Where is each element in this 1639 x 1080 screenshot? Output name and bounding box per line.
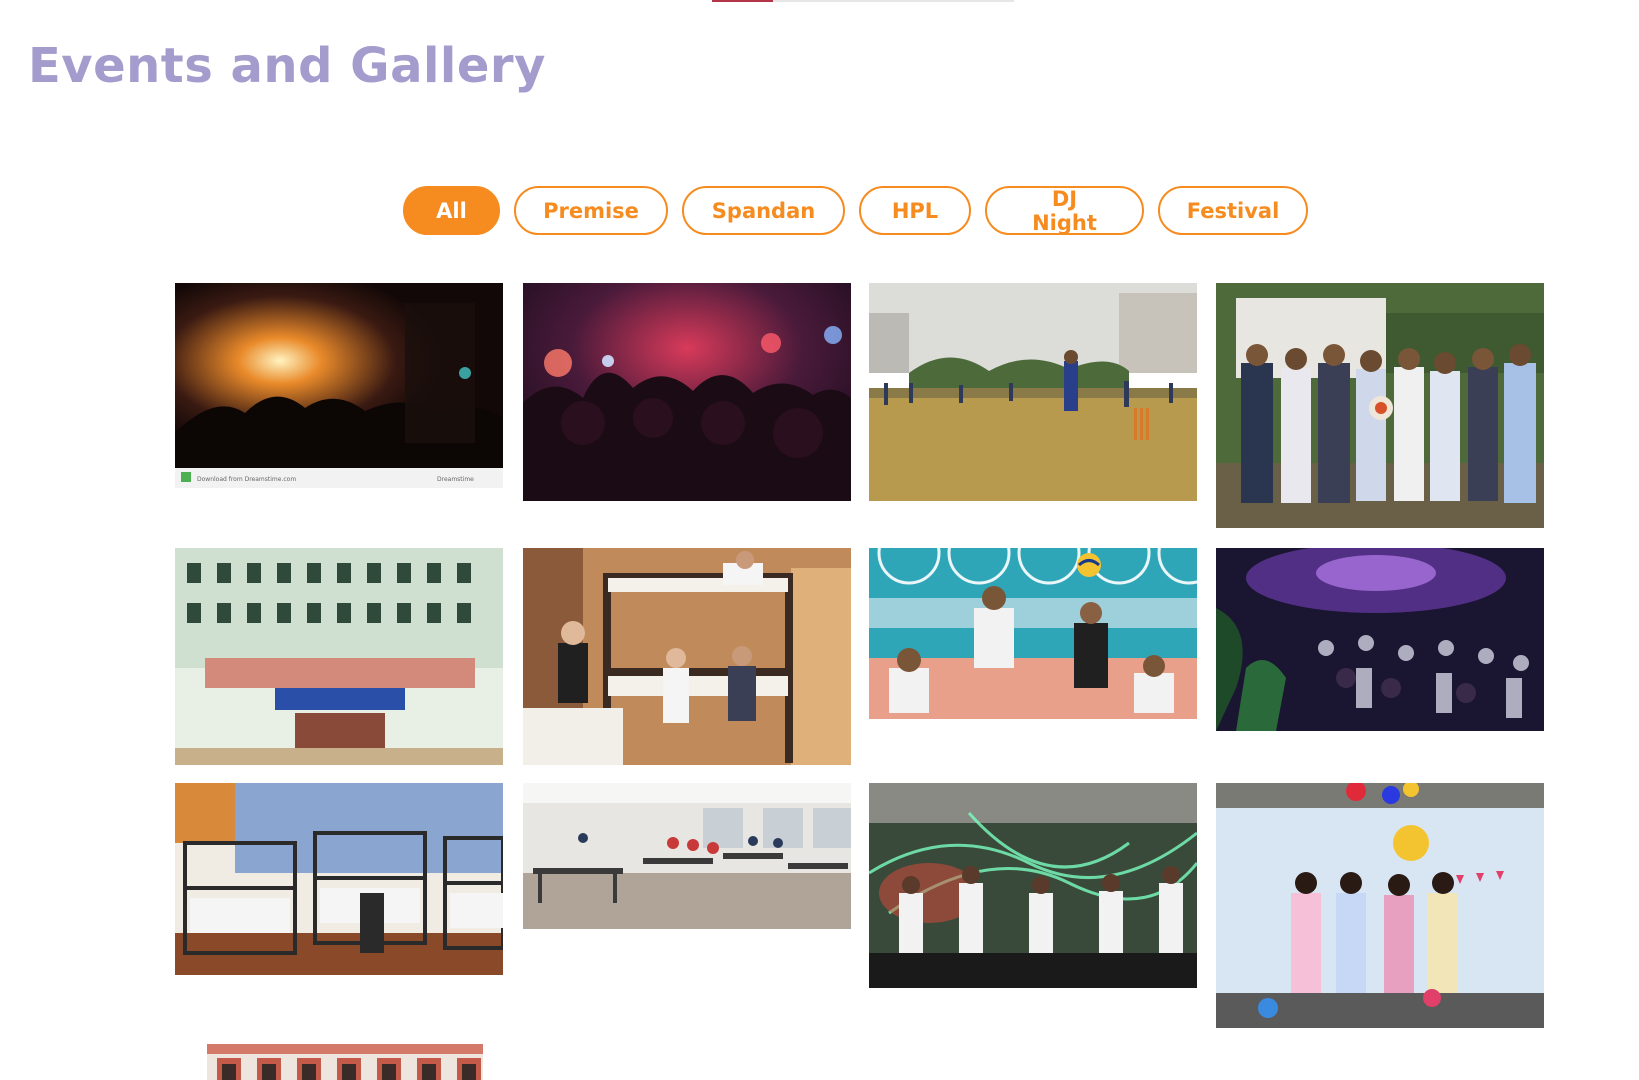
festival-stage-photo (1216, 783, 1544, 1028)
filter-spandan-button[interactable]: Spandan (682, 186, 845, 235)
dorm-students-photo (523, 548, 851, 765)
hostel-building-photo (175, 548, 503, 765)
stage-dance-photo (869, 783, 1197, 988)
party-crowd-photo (523, 283, 851, 501)
filter-premise-button[interactable]: Premise (514, 186, 668, 235)
inauguration-group-photo (1216, 283, 1544, 528)
cricket-ground-photo (869, 283, 1197, 501)
gallery-image-dj-night-crowd[interactable] (1216, 548, 1544, 731)
slider-indicator (712, 0, 1014, 2)
page-title: Events and Gallery (28, 38, 546, 94)
filter-festival-button[interactable]: Festival (1158, 186, 1308, 235)
slider-indicator-active (712, 0, 773, 2)
gallery-image-inauguration-group[interactable] (1216, 283, 1544, 528)
bunk-beds-room-photo (175, 783, 503, 975)
gallery-image-cricket-ground[interactable] (869, 283, 1197, 501)
page: Events and Gallery All Premise Spandan H… (0, 0, 1639, 1080)
concert-stage-photo: Download from Dreamstime.com Dreamstime (175, 283, 503, 488)
gallery-image-stage-dance[interactable] (869, 783, 1197, 988)
filter-all-button[interactable]: All (403, 186, 500, 235)
filter-dj-night-button[interactable]: DJ Night (985, 186, 1144, 235)
gallery-image-festival-stage[interactable] (1216, 783, 1544, 1028)
gallery-image-bunk-beds-room[interactable] (175, 783, 503, 975)
gallery-image-hostel-building[interactable] (175, 548, 503, 765)
gallery-image-college-building[interactable] (207, 1044, 483, 1080)
gallery-image-party-crowd[interactable] (523, 283, 851, 501)
gallery-filter-bar: All Premise Spandan HPL DJ Night Festiva… (403, 186, 1308, 235)
gallery-image-dining-hall[interactable] (523, 783, 851, 929)
college-building-photo (207, 1044, 483, 1080)
dining-hall-photo (523, 783, 851, 929)
dj-night-crowd-photo (1216, 548, 1544, 731)
gallery-image-dorm-students[interactable] (523, 548, 851, 765)
filter-hpl-button[interactable]: HPL (859, 186, 971, 235)
gallery-image-volleyball[interactable] (869, 548, 1197, 719)
volleyball-photo (869, 548, 1197, 719)
gallery-image-concert-stage[interactable]: Download from Dreamstime.com Dreamstime (175, 283, 503, 488)
stock-watermark-left: Download from Dreamstime.com (197, 476, 296, 483)
stock-watermark-right: Dreamstime (437, 476, 474, 483)
